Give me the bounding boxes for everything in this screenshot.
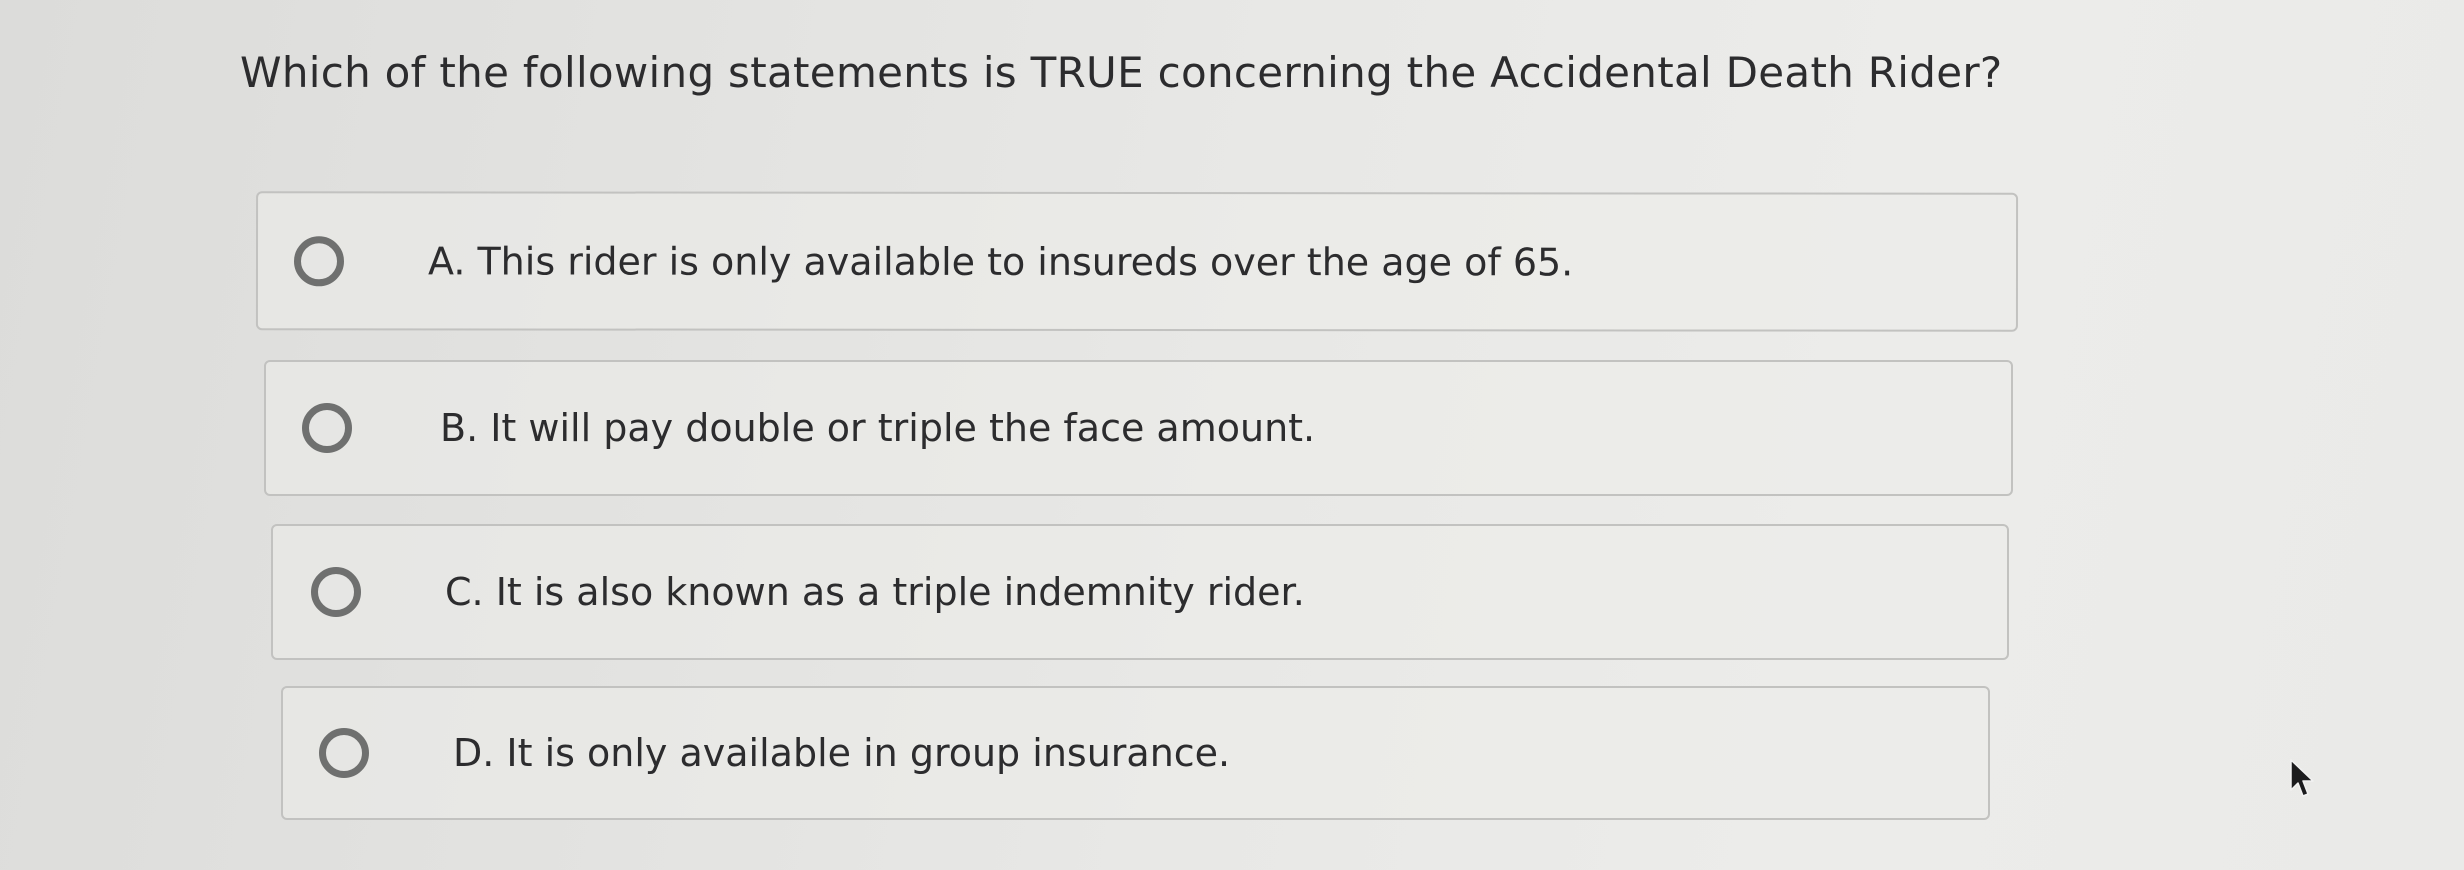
answer-option-c-label: C. It is also known as a triple indemnit… (445, 570, 1305, 614)
answer-option-a[interactable]: A. This rider is only available to insur… (255, 191, 2019, 332)
answer-option-b-label: B. It will pay double or triple the face… (440, 406, 1316, 450)
answer-option-c[interactable]: C. It is also known as a triple indemnit… (271, 524, 2009, 660)
mouse-pointer-icon (2290, 759, 2314, 797)
answer-option-d-label: D. It is only available in group insuran… (453, 731, 1231, 775)
radio-button-icon[interactable] (311, 567, 361, 617)
radio-button-icon[interactable] (302, 403, 352, 453)
radio-button-icon[interactable] (293, 235, 345, 286)
radio-button-icon[interactable] (319, 728, 369, 778)
answer-option-d[interactable]: D. It is only available in group insuran… (281, 686, 1990, 820)
answer-option-b[interactable]: B. It will pay double or triple the face… (264, 360, 2013, 496)
answer-option-a-label: A. This rider is only available to insur… (427, 238, 1574, 284)
question-text: Which of the following statements is TRU… (240, 48, 2003, 97)
